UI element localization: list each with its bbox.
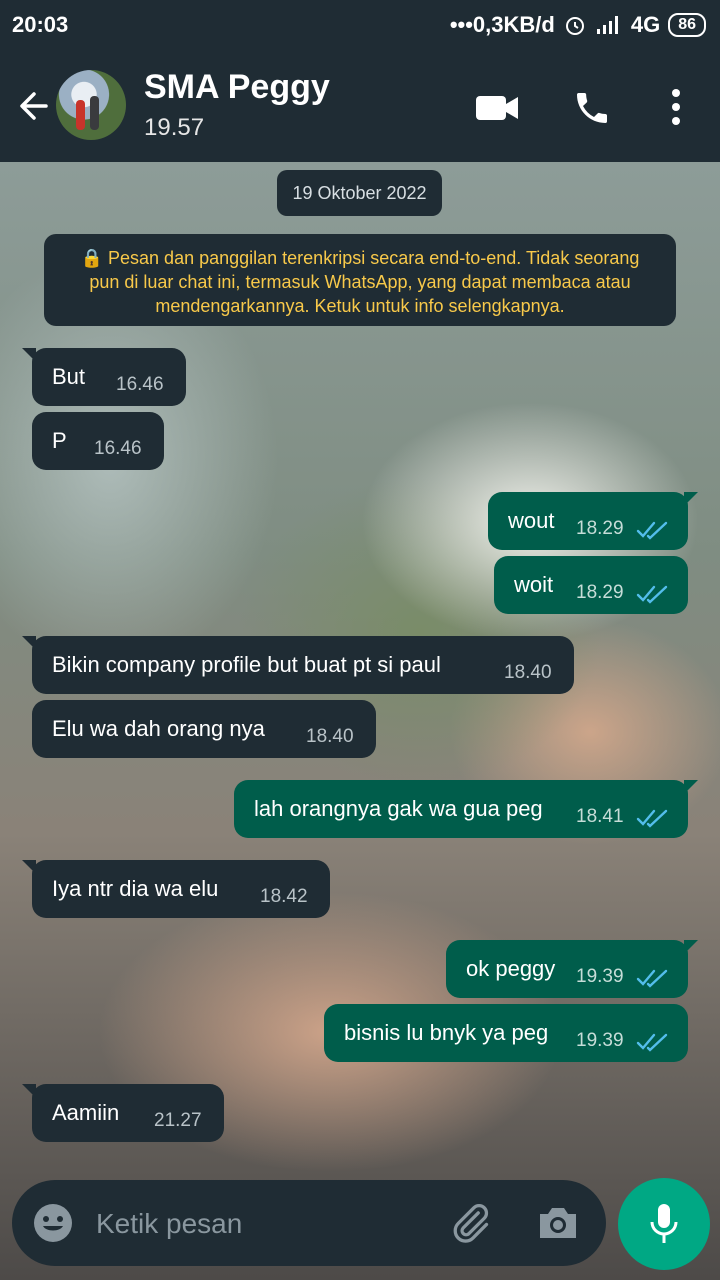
phone-icon[interactable] [572, 88, 612, 128]
message-outgoing[interactable]: woit 18.29 [494, 556, 688, 614]
status-bar: 20:03 •••0,3KB/d 4G 86 [0, 0, 720, 52]
message-input[interactable]: Ketik pesan [96, 1208, 242, 1240]
message-time: 18.40 [504, 662, 552, 683]
message-time: 19.39 [576, 966, 624, 987]
attach-icon[interactable] [448, 1200, 492, 1246]
message-time: 18.42 [260, 886, 308, 907]
message-text: P [52, 428, 67, 453]
message-text: But [52, 364, 86, 389]
message-incoming[interactable]: But 16.46 [22, 348, 186, 406]
read-ticks-icon [636, 585, 668, 604]
message-incoming[interactable]: Elu wa dah orang nya 18.40 [32, 700, 376, 758]
status-time: 20:03 [12, 12, 69, 37]
chat-area[interactable]: 19 Oktober 2022 🔒 Pesan dan panggilan te… [0, 162, 720, 1280]
read-ticks-icon [636, 1033, 668, 1052]
message-outgoing[interactable]: ok peggy 19.39 [446, 940, 698, 998]
video-call-icon[interactable] [474, 92, 520, 124]
message-incoming[interactable]: P 16.46 [32, 412, 164, 470]
back-arrow-icon[interactable] [16, 88, 52, 124]
mic-icon [650, 1204, 678, 1243]
more-vert-icon[interactable] [664, 86, 688, 128]
network-speed: •••0,3KB/d [449, 12, 555, 37]
message-outgoing[interactable]: wout 18.29 [488, 492, 698, 550]
message-time: 16.46 [116, 374, 164, 395]
encryption-notice[interactable]: 🔒 Pesan dan panggilan terenkripsi secara… [44, 234, 676, 326]
message-time: 18.41 [576, 806, 624, 827]
read-ticks-icon [636, 969, 668, 988]
contact-name[interactable]: SMA Peggy [144, 68, 330, 107]
message-text: bisnis lu bnyk ya peg [344, 1020, 549, 1045]
status-icons: •••0,3KB/d 4G 86 [450, 12, 706, 38]
message-time: 19.39 [576, 1030, 624, 1051]
battery-indicator: 86 [668, 13, 706, 37]
message-time: 18.29 [576, 518, 624, 539]
camera-icon[interactable] [536, 1204, 580, 1242]
read-ticks-icon [636, 521, 668, 540]
message-text: Bikin company profile but buat pt si pau… [52, 652, 441, 677]
message-text: wout [508, 508, 555, 533]
message-time: 21.27 [154, 1110, 202, 1131]
alarm-icon [565, 17, 584, 35]
message-text: ok peggy [466, 956, 556, 981]
last-seen: 19.57 [144, 114, 205, 141]
emoji-icon[interactable] [32, 1202, 74, 1244]
message-text: Iya ntr dia wa elu [52, 876, 219, 901]
message-text: woit [514, 572, 554, 597]
message-outgoing[interactable]: bisnis lu bnyk ya peg 19.39 [324, 1004, 688, 1062]
read-ticks-icon [636, 809, 668, 828]
message-time: 18.29 [576, 582, 624, 603]
message-text: lah orangnya gak wa gua peg [254, 796, 543, 821]
message-incoming[interactable]: Bikin company profile but buat pt si pau… [22, 636, 574, 694]
message-outgoing[interactable]: lah orangnya gak wa gua peg 18.41 [234, 780, 698, 838]
date-chip: 19 Oktober 2022 [277, 170, 442, 216]
signal-icon [596, 16, 618, 34]
message-incoming[interactable]: Iya ntr dia wa elu 18.42 [22, 860, 330, 918]
mic-button[interactable] [618, 1178, 710, 1270]
message-incoming[interactable]: Aamiin 21.27 [22, 1084, 224, 1142]
message-time: 18.40 [306, 726, 354, 747]
message-text: Elu wa dah orang nya [52, 716, 265, 741]
network-type: 4G [630, 12, 661, 37]
message-time: 16.46 [94, 438, 142, 459]
chat-header: SMA Peggy 19.57 [0, 52, 720, 162]
message-text: Aamiin [52, 1100, 120, 1125]
avatar[interactable] [56, 70, 126, 140]
message-composer[interactable]: Ketik pesan [12, 1180, 606, 1266]
